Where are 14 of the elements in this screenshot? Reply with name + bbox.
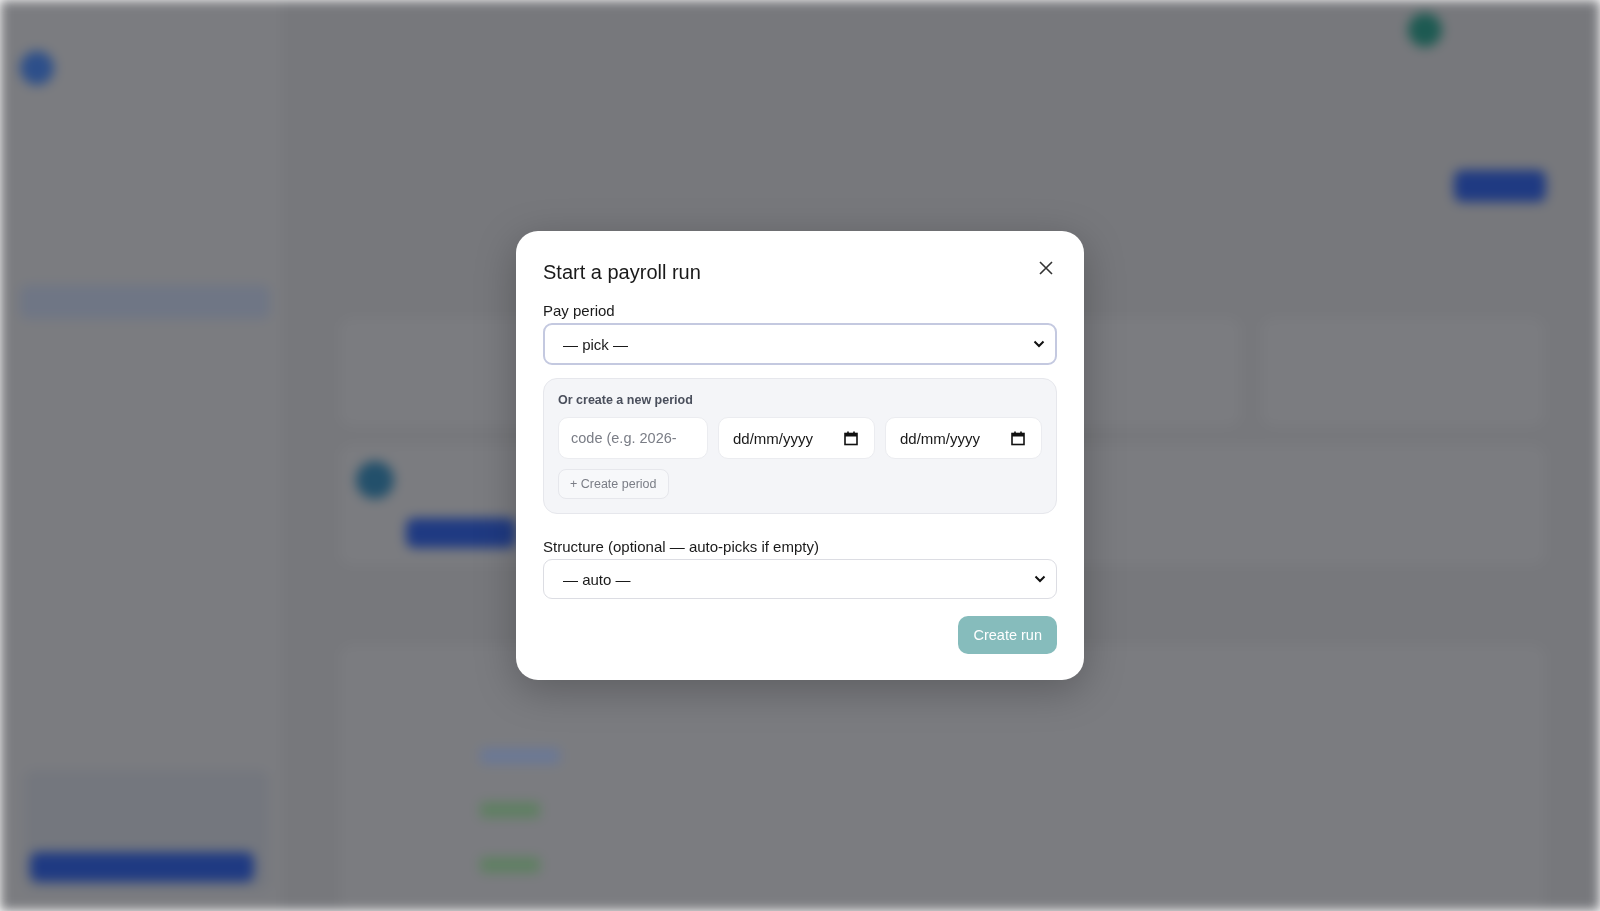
field-label: Pay period [543,302,615,319]
dialog-title: Start a payroll run [543,261,701,284]
structure-select[interactable]: — auto — [543,559,1057,599]
end-date-field[interactable]: dd/mm/yyyy [885,417,1042,459]
section-heading: Or create a new period [558,393,693,407]
field-label: Structure (optional — auto-picks if empty) [543,538,819,555]
chevron-down-icon [1034,575,1046,583]
pay-period-select[interactable]: — pick — [543,323,1057,365]
create-period-button[interactable]: + Create period [558,469,669,499]
chevron-down-icon [1033,340,1045,348]
start-date-field[interactable]: dd/mm/yyyy [718,417,875,459]
code-input[interactable]: code (e.g. 2026- [558,417,708,459]
calendar-icon[interactable] [1011,430,1025,446]
calendar-icon[interactable] [844,430,858,446]
